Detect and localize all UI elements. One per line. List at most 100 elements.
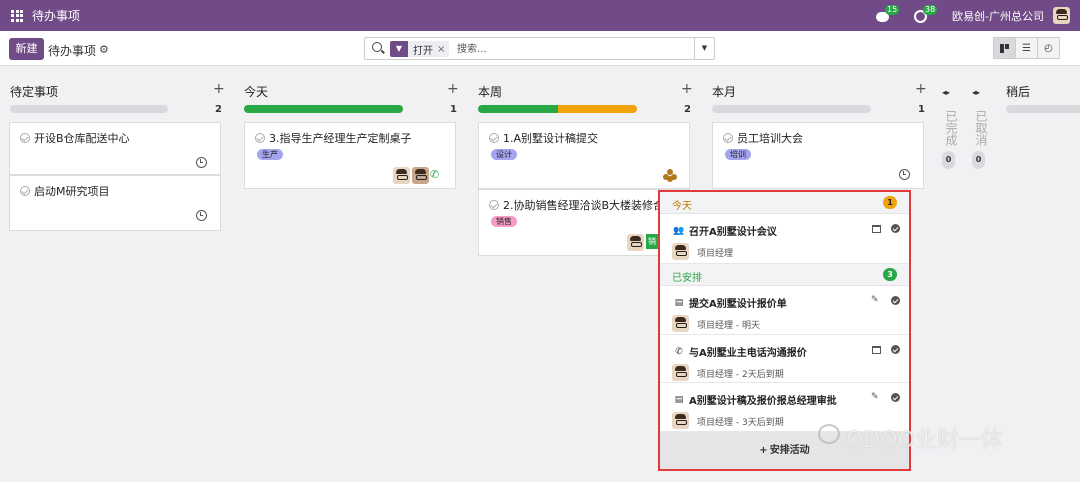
edit-pencil-icon[interactable]: ✎ [871, 392, 879, 402]
document-list-icon: ▤ [674, 297, 684, 308]
progress-green-segment[interactable] [478, 105, 558, 113]
activity-item[interactable]: ▤ 提交A别墅设计报价单 ✎ 项目经理 - 明天 [660, 286, 909, 335]
apps-menu-icon[interactable] [11, 9, 23, 22]
column-title[interactable]: 待定事项 [10, 83, 58, 100]
app-title[interactable]: 待办事项 [32, 7, 80, 24]
calendar-icon[interactable] [872, 225, 881, 233]
section-title: 已安排 [672, 273, 702, 284]
column-progressbar[interactable] [10, 105, 168, 113]
done-check-icon[interactable] [255, 133, 265, 143]
section-count-badge: 1 [883, 196, 897, 209]
folded-column-label: 已取消 [974, 110, 988, 146]
watermark-text: ODOO业财一体 [846, 428, 1003, 453]
edit-pencil-icon[interactable]: ✎ [871, 295, 879, 305]
column-title[interactable]: 本月 [712, 83, 736, 100]
facet-remove-icon[interactable]: × [437, 44, 449, 55]
activity-clock-icon[interactable] [196, 157, 207, 168]
activity-title: ▤ 提交A别墅设计报价单 [674, 297, 787, 311]
clock-icon: ◴ [1044, 42, 1053, 54]
mark-done-icon[interactable] [891, 224, 900, 233]
activity-count-badge: 38 [923, 4, 938, 15]
kanban-card[interactable]: 启动M研究项目 [9, 175, 221, 231]
search-options-toggle[interactable]: ▼ [694, 38, 714, 59]
schedule-activity-label: 安排活动 [769, 445, 810, 456]
list-view-button[interactable]: ☰ [1015, 37, 1038, 59]
user-avatar[interactable] [1053, 7, 1070, 24]
card-tag: 培训 [725, 149, 751, 160]
card-title: 员工培训大会 [723, 130, 803, 146]
activity-assignee: 项目经理 [697, 249, 734, 259]
kanban-card[interactable]: 1.A别墅设计稿提交 设计 [478, 122, 690, 189]
activity-item[interactable]: ✆ 与A别墅业主电话沟通报价 项目经理 - 2天后到期 [660, 335, 909, 383]
assignee-avatar[interactable] [393, 167, 410, 184]
column-count: 1 [450, 104, 457, 115]
done-check-icon[interactable] [20, 133, 30, 143]
breadcrumb: 待办事项 [48, 44, 97, 58]
card-title: 3.指导生产经理生产定制桌子 [255, 130, 412, 146]
unfold-arrows-icon[interactable]: ◂▸ [942, 88, 950, 97]
column-count: 1 [918, 104, 925, 115]
activity-item[interactable]: 👥 召开A别墅设计会议 项目经理 [660, 214, 909, 264]
done-check-icon[interactable] [723, 133, 733, 143]
unfold-arrows-icon[interactable]: ◂▸ [972, 88, 980, 97]
phone-icon[interactable]: ✆ [430, 168, 439, 181]
assignee-avatar[interactable] [412, 167, 429, 184]
activity-view-button[interactable]: ◴ [1037, 37, 1060, 59]
activity-title: ✆ 与A别墅业主电话沟通报价 [673, 344, 807, 360]
assignee-avatar [672, 412, 689, 429]
progress-green-segment[interactable] [244, 105, 403, 113]
card-tag: 生产 [257, 149, 283, 160]
card-title: 1.A别墅设计稿提交 [489, 130, 598, 146]
messaging-menu[interactable]: 15 [876, 4, 900, 23]
company-switcher[interactable]: 欧易创-广州总公司 [952, 8, 1044, 24]
column-progressbar[interactable] [1006, 105, 1080, 113]
kanban-card[interactable]: 开设B仓库配送中心 [9, 122, 221, 175]
card-mini-badge: 销 [646, 234, 658, 249]
activity-title: 👥 召开A别墅设计会议 [673, 225, 777, 239]
search-input[interactable] [457, 42, 687, 56]
assignee-avatar[interactable] [627, 234, 644, 251]
column-progressbar[interactable] [244, 105, 403, 113]
facet-label: 打开 [413, 45, 433, 57]
search-facet: ▼ 打开 × [390, 41, 450, 57]
document-list-icon: ▤ [674, 394, 684, 405]
control-panel: 新建 待办事项 ⚙ ▼ 打开 × ▼ ☰ ◴ [0, 31, 1080, 66]
search-bar: ▼ 打开 × ▼ [364, 37, 715, 60]
phone-icon: ✆ [675, 346, 683, 357]
kanban-view-button[interactable] [993, 37, 1016, 59]
column-add-icon[interactable]: + [213, 81, 225, 97]
column-add-icon[interactable]: + [447, 81, 459, 97]
filter-icon: ▼ [390, 41, 408, 57]
column-add-icon[interactable]: + [681, 81, 693, 97]
done-check-icon[interactable] [489, 133, 499, 143]
activity-clock-icon[interactable] [196, 210, 207, 221]
meeting-group-icon[interactable] [663, 169, 678, 182]
calendar-icon[interactable] [872, 346, 881, 354]
new-button[interactable]: 新建 [9, 38, 44, 60]
column-progressbar[interactable] [712, 105, 871, 113]
kanban-card[interactable]: 员工培训大会 培训 [712, 122, 924, 189]
progress-orange-segment[interactable] [558, 105, 637, 113]
section-title: 今天 [672, 201, 692, 212]
activity-section-today: 今天 1 [660, 192, 909, 214]
mark-done-icon[interactable] [891, 296, 900, 305]
column-add-icon[interactable]: + [915, 81, 927, 97]
activity-menu[interactable]: 38 [914, 4, 938, 23]
column-title[interactable]: 本周 [478, 83, 502, 100]
column-progressbar[interactable] [478, 105, 637, 113]
mark-done-icon[interactable] [891, 345, 900, 354]
gear-icon[interactable]: ⚙ [99, 43, 109, 56]
column-title[interactable]: 今天 [244, 83, 268, 100]
activity-title: ▤ A别墅设计稿及报价报总经理审批 [674, 394, 837, 408]
column-title[interactable]: 稍后 [1006, 83, 1030, 100]
done-check-icon[interactable] [20, 186, 30, 196]
mark-done-icon[interactable] [891, 393, 900, 402]
done-check-icon[interactable] [489, 200, 499, 210]
card-tag: 设计 [491, 149, 517, 160]
activity-assignee: 项目经理 - 3天后到期 [697, 418, 784, 428]
assignee-avatar [672, 315, 689, 332]
activity-clock-icon[interactable] [899, 169, 910, 180]
navbar-systray: 15 38 欧易创-广州总公司 [876, 0, 1070, 31]
assignee-avatar [672, 364, 689, 381]
kanban-card[interactable]: 3.指导生产经理生产定制桌子 生产 ✆ [244, 122, 456, 189]
